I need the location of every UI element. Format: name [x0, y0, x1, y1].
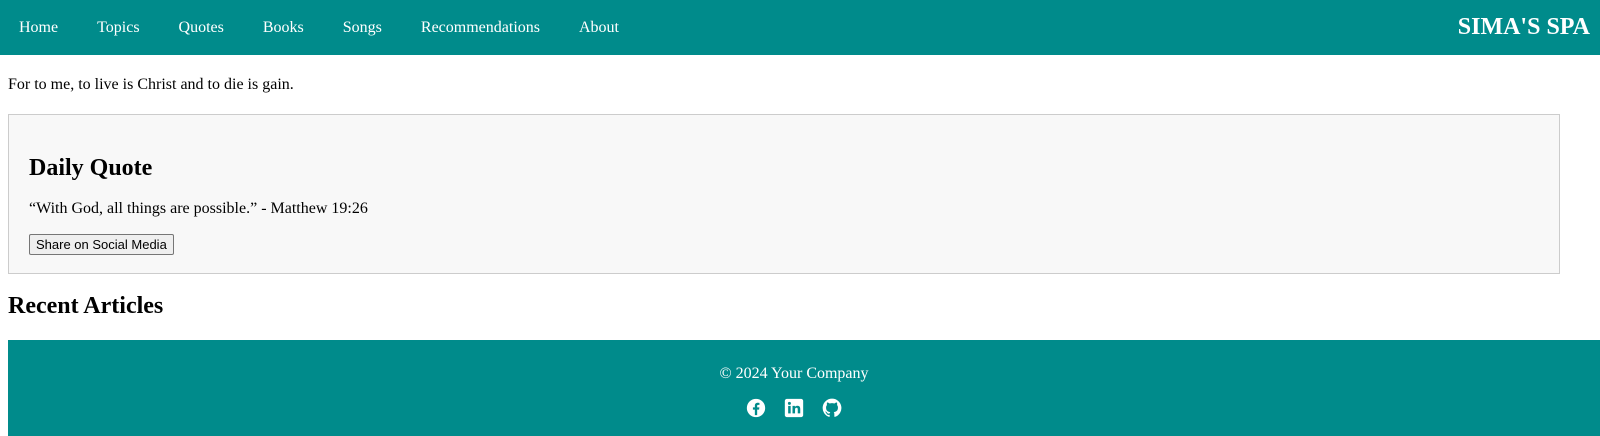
daily-quote-text: “With God, all things are possible.” - M… [29, 200, 368, 217]
linkedin-icon[interactable] [784, 398, 804, 418]
top-navbar: Home Topics Quotes Books Songs Recommend… [0, 0, 1600, 55]
social-icons [8, 398, 1580, 418]
facebook-icon[interactable] [746, 398, 766, 418]
page-footer: © 2024 Your Company [8, 340, 1600, 436]
daily-quote-card: Daily Quote “With God, all things are po… [8, 114, 1560, 274]
share-on-social-media-button[interactable]: Share on Social Media [29, 234, 174, 255]
github-icon[interactable] [822, 398, 842, 418]
nav-link-topics[interactable]: Topics [97, 19, 139, 37]
nav-link-about[interactable]: About [579, 19, 619, 37]
recent-articles-title: Recent Articles [8, 293, 164, 319]
intro-verse: For to me, to live is Christ and to die … [8, 76, 294, 93]
main-navigation: Home Topics Quotes Books Songs Recommend… [0, 0, 658, 55]
daily-quote-title: Daily Quote [29, 155, 153, 181]
footer-copyright: © 2024 Your Company [719, 365, 869, 382]
site-brand: SIMA'S SPA [1457, 14, 1590, 40]
nav-link-recommendations[interactable]: Recommendations [421, 19, 540, 37]
nav-link-quotes[interactable]: Quotes [179, 19, 224, 37]
nav-link-books[interactable]: Books [263, 19, 304, 37]
nav-link-songs[interactable]: Songs [343, 19, 382, 37]
nav-link-home[interactable]: Home [19, 19, 58, 37]
